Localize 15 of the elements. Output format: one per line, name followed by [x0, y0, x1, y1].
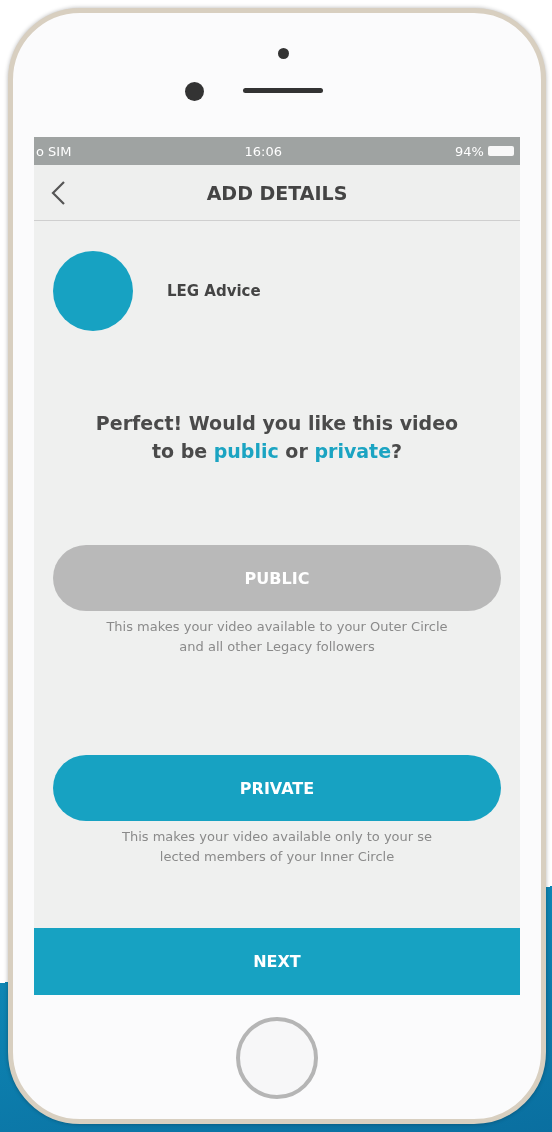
carrier-text: o SIM — [36, 143, 72, 159]
battery-icon — [488, 146, 514, 156]
question-text: Perfect! Would you like this video to be public or private? — [94, 411, 460, 464]
camera-dot — [185, 82, 204, 101]
option-description: This makes your video available to your Outer Circle and all other Legacy followers — [105, 618, 449, 656]
next-button[interactable]: NEXT — [34, 928, 520, 995]
chevron-left-icon — [50, 180, 66, 206]
screen-title: ADD DETAILS — [206, 181, 348, 204]
time-text: 16:06 — [244, 143, 282, 159]
profile-name: LEG Advice — [167, 282, 261, 300]
battery-text: 94% — [455, 143, 484, 159]
visibility-option-button[interactable]: PRIVATE — [53, 755, 501, 821]
option-description: This makes your video available only to your se lected members of your Inner Circle — [120, 828, 434, 866]
visibility-option-button[interactable]: PUBLIC — [53, 545, 501, 611]
sensor-dot — [278, 48, 289, 59]
